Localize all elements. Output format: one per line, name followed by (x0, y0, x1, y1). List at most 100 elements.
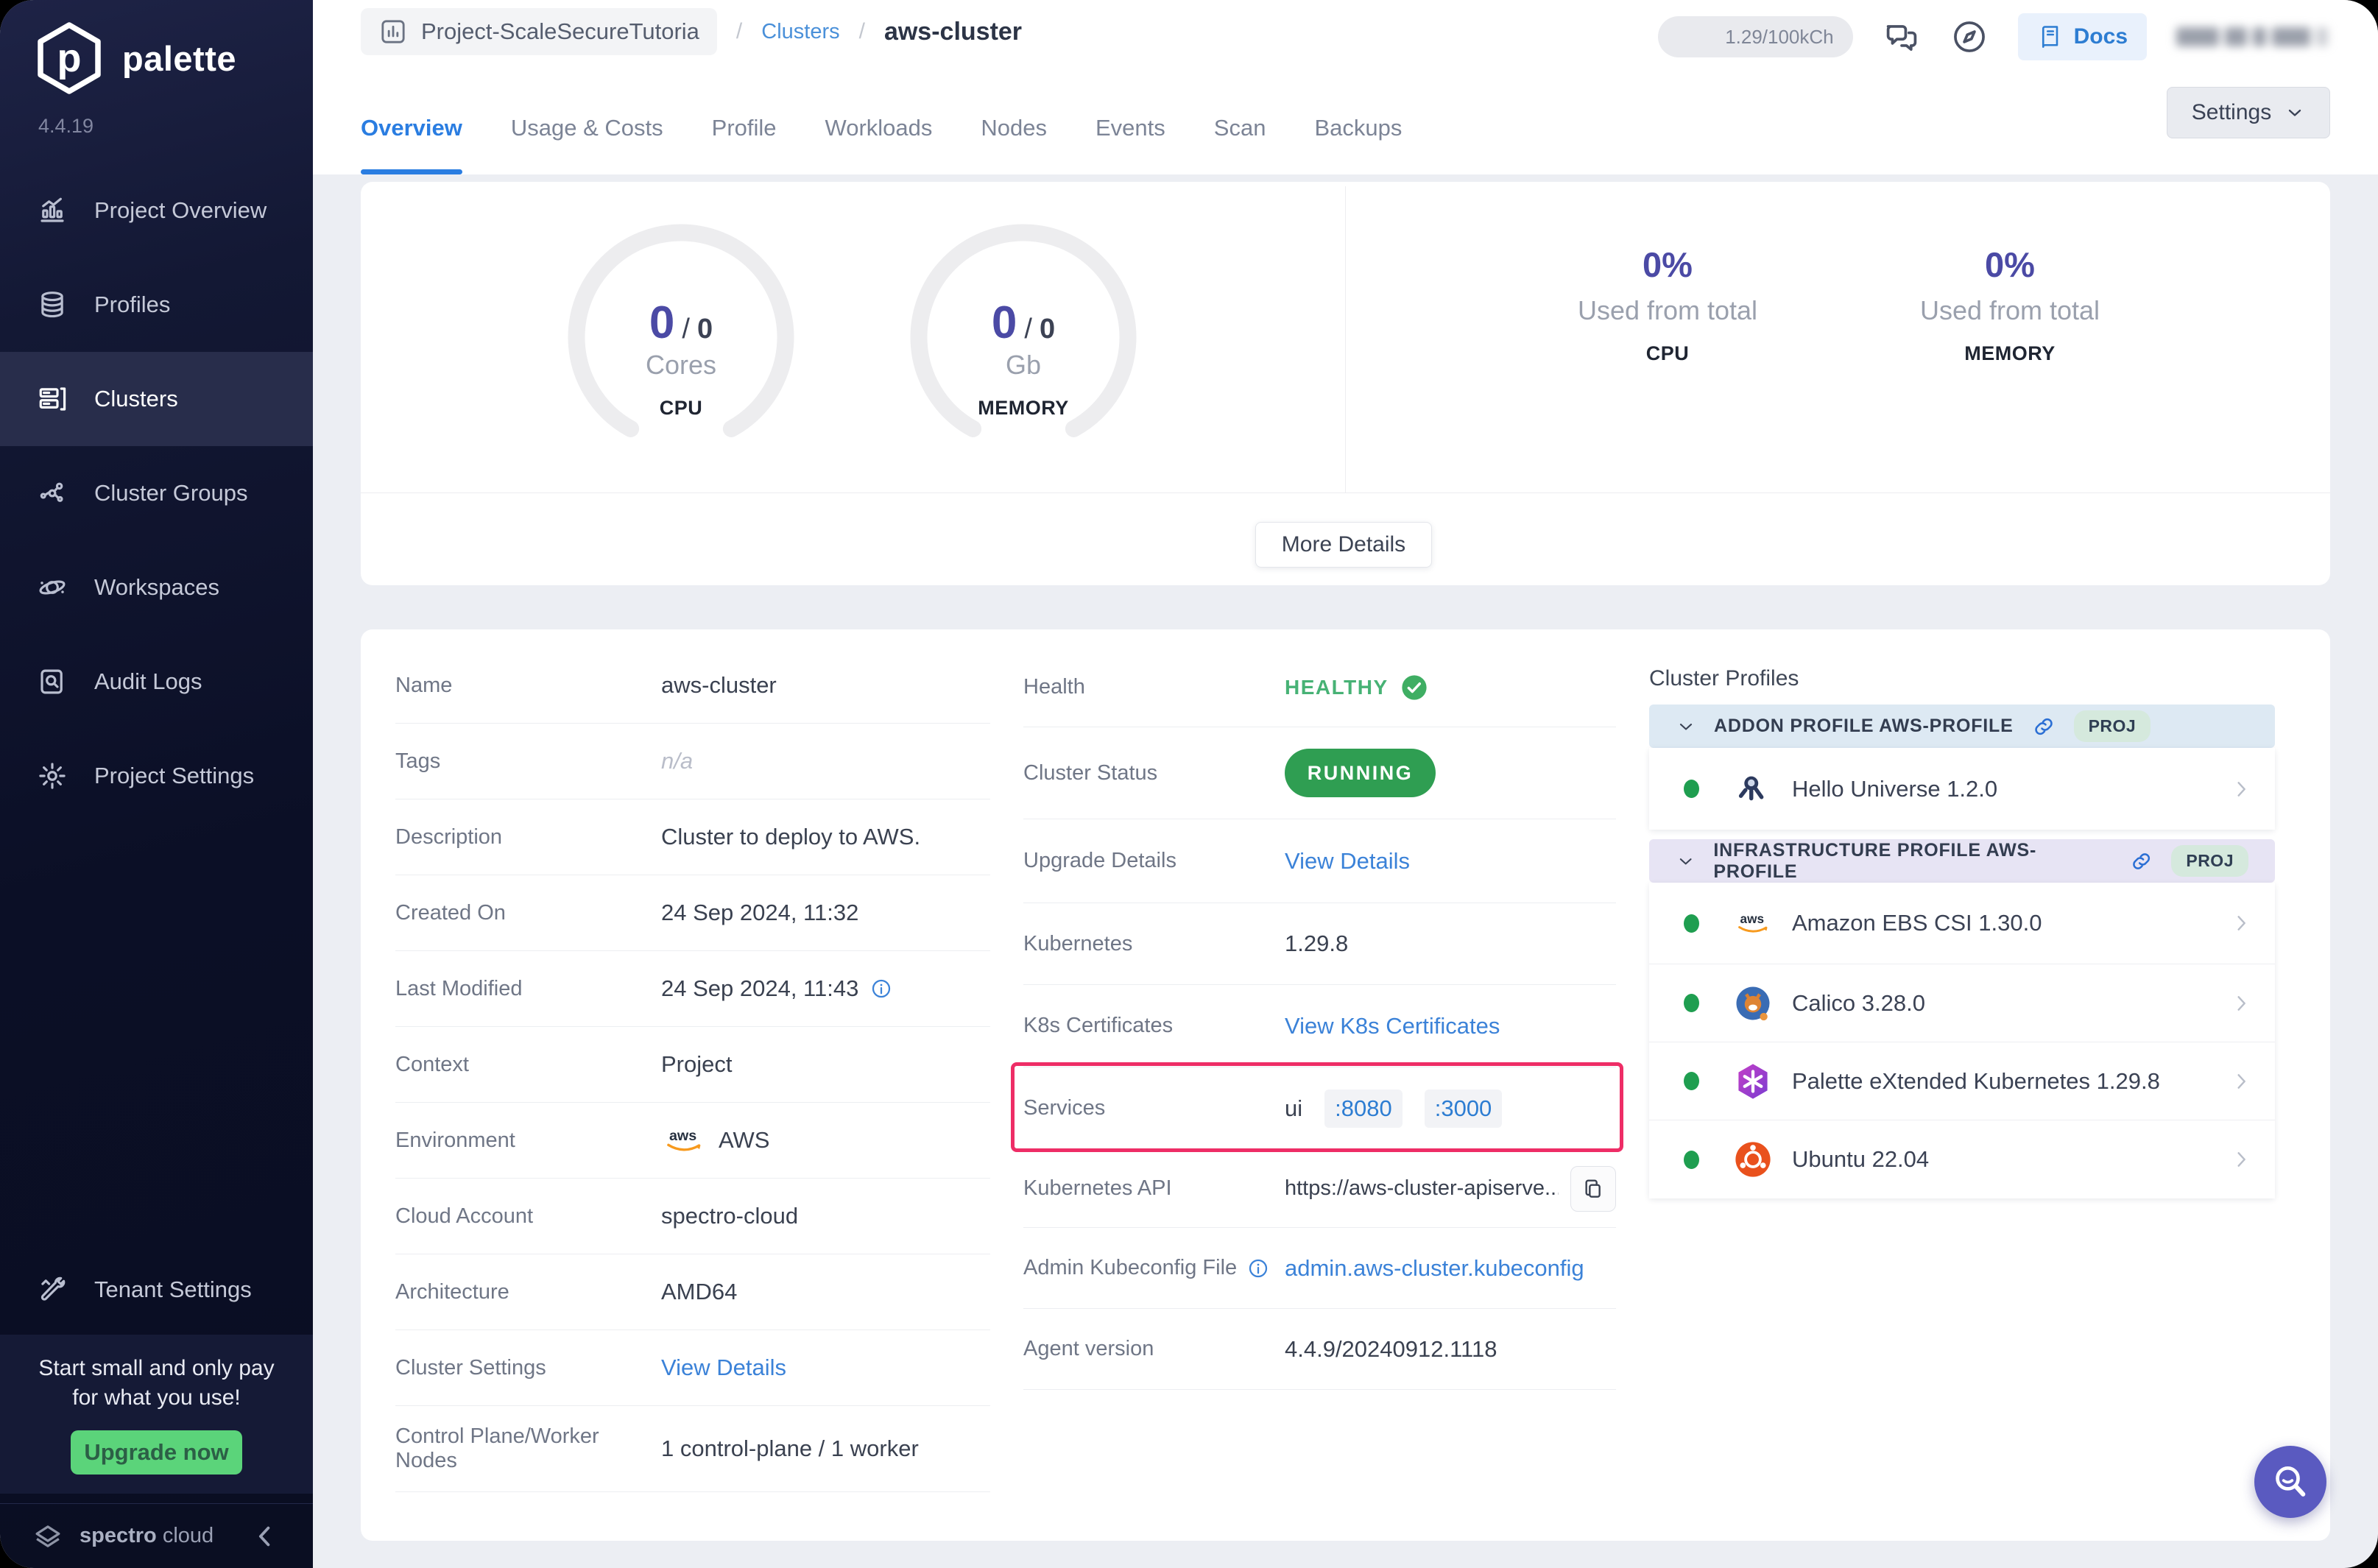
profile-section-header[interactable]: INFRASTRUCTURE PROFILE AWS-PROFILE PROJ (1649, 839, 2275, 883)
sidebar-item-workspaces[interactable]: Workspaces (0, 540, 313, 635)
detail-row-created-on: Created On 24 Sep 2024, 11:32 (395, 875, 990, 951)
ubuntu-icon (1733, 1140, 1773, 1179)
profile-layer-name: Amazon EBS CSI 1.30.0 (1792, 910, 2042, 936)
main-content: 0/0 Cores CPU 0/0 Gb MEMORY 0% Used from… (313, 174, 2378, 1568)
profile-layer-calico-3-28-0[interactable]: Calico 3.28.0 (1649, 964, 2275, 1042)
detail-row-name: Name aws-cluster (395, 648, 990, 724)
cluster-settings-link[interactable]: View Details (661, 1355, 786, 1381)
detail-row-kubernetes: Kubernetes 1.29.8 (1023, 903, 1616, 985)
detail-row-tags: Tags n/a (395, 724, 990, 799)
cluster-tabs: Overview Usage & Costs Profile Workloads Nod… (361, 81, 1402, 174)
health-status: HEALTHY (1285, 674, 1616, 702)
hello-universe-icon (1733, 769, 1773, 809)
project-settings-icon (37, 760, 68, 791)
vertical-divider (1345, 186, 1346, 492)
profile-section-title: ADDON PROFILE AWS-PROFILE (1714, 716, 2014, 736)
detail-row-cluster-status: Cluster Status RUNNING (1023, 727, 1616, 819)
profile-layer-ubuntu-22-04[interactable]: Ubuntu 22.04 (1649, 1120, 2275, 1198)
profile-layer-name: Hello Universe 1.2.0 (1792, 775, 1998, 802)
sidebar-item-profiles[interactable]: Profiles (0, 258, 313, 352)
details-card: Name aws-cluster Tags n/a Description Cl… (361, 629, 2330, 1541)
sidebar-item-project-overview[interactable]: Project Overview (0, 163, 313, 258)
tab-events[interactable]: Events (1095, 81, 1165, 174)
top-header: Project-ScaleSecureTutoria / Clusters / … (313, 0, 2378, 174)
detail-row-kubernetes-api: Kubernetes API https://aws-cluster-apise… (1023, 1150, 1616, 1228)
breadcrumb-clusters-link[interactable]: Clusters (761, 20, 839, 44)
tab-scan[interactable]: Scan (1214, 81, 1266, 174)
cpu-gauge: 0/0 Cores CPU (560, 216, 802, 459)
collapse-sidebar-icon[interactable] (250, 1521, 281, 1552)
detail-row-cluster-settings: Cluster Settings View Details (395, 1330, 990, 1406)
clusters-icon (37, 384, 68, 414)
detail-row-health: Health HEALTHY (1023, 648, 1616, 727)
service-port-link[interactable]: :8080 (1324, 1089, 1403, 1128)
copy-button[interactable] (1570, 1165, 1616, 1212)
profile-layer-amazon-ebs-csi-1-30-0[interactable]: aws Amazon EBS CSI 1.30.0 (1649, 883, 2275, 964)
spectro-cloud-logo-icon (32, 1521, 63, 1552)
detail-row-services: Services ui :8080:3000 (1023, 1067, 1616, 1150)
detail-label: Services (1023, 1096, 1106, 1120)
cluster-groups-icon (37, 478, 68, 509)
scope-badge: PROJ (2073, 710, 2151, 742)
tab-backups[interactable]: Backups (1314, 81, 1402, 174)
tab-usage-costs[interactable]: Usage & Costs (511, 81, 663, 174)
breadcrumb: Project-ScaleSecureTutoria / Clusters / … (361, 8, 1022, 55)
detail-row-description: Description Cluster to deploy to AWS. (395, 799, 990, 875)
detail-label: Upgrade Details (1023, 849, 1176, 872)
sidebar-item-project-settings[interactable]: Project Settings (0, 729, 313, 823)
profile-section-header[interactable]: ADDON PROFILE AWS-PROFILE PROJ (1649, 704, 2275, 748)
sidebar-item-audit-logs[interactable]: Audit Logs (0, 635, 313, 729)
settings-button[interactable]: Settings (2167, 87, 2330, 138)
detail-value: 24 Sep 2024, 11:43 (661, 975, 990, 1002)
version-label: 4.4.19 (38, 115, 94, 137)
help-button[interactable] (2254, 1446, 2326, 1518)
chevron-right-icon (2229, 1070, 2253, 1093)
profile-layer-name: Calico 3.28.0 (1792, 989, 1925, 1016)
detail-row-environment: Environment aws AWS (395, 1103, 990, 1179)
info-icon[interactable] (1247, 1257, 1269, 1279)
sidebar-item-cluster-groups[interactable]: Cluster Groups (0, 446, 313, 540)
tab-nodes[interactable]: Nodes (981, 81, 1047, 174)
calico-icon (1733, 983, 1773, 1023)
profile-rows: Hello Universe 1.2.0 (1649, 748, 2275, 830)
kubeconfig-link[interactable]: admin.aws-cluster.kubeconfig (1285, 1255, 1584, 1282)
chevron-down-icon (1676, 716, 1696, 737)
sidebar-item-tenant-settings[interactable]: Tenant Settings (0, 1243, 313, 1337)
chevron-right-icon (2229, 1148, 2253, 1171)
upgrade-now-button[interactable]: Upgrade now (71, 1430, 242, 1475)
sidebar-item-label: Workspaces (94, 574, 219, 600)
project-overview-icon (37, 195, 68, 226)
details-middle-column: Health HEALTHY Cluster Status RUNNING Up… (1023, 648, 1616, 1390)
detail-label: Kubernetes API (1023, 1176, 1172, 1200)
detail-row-upgrade-details: Upgrade Details View Details (1023, 819, 1616, 903)
settings-label: Settings (2191, 100, 2272, 124)
info-icon[interactable] (870, 978, 892, 1000)
detail-label: Control Plane/Worker Nodes (395, 1424, 599, 1472)
k8s-certificates-link[interactable]: View K8s Certificates (1285, 1013, 1500, 1039)
breadcrumb-project-chip[interactable]: Project-ScaleSecureTutoria (361, 8, 717, 55)
profile-layer-hello-universe-1-2-0[interactable]: Hello Universe 1.2.0 (1649, 748, 2275, 830)
tab-workloads[interactable]: Workloads (825, 81, 933, 174)
tab-profile[interactable]: Profile (712, 81, 777, 174)
compass-icon[interactable] (1950, 18, 1989, 56)
cpu-gauge-caption: CPU (659, 397, 703, 419)
overview-card: 0/0 Cores CPU 0/0 Gb MEMORY 0% Used from… (361, 182, 2330, 585)
detail-value: spectro-cloud (661, 1203, 799, 1229)
link-chain-icon (2031, 714, 2056, 739)
user-name-redacted[interactable] (2176, 27, 2328, 46)
docs-button[interactable]: Docs (2017, 13, 2147, 60)
detail-value: n/a (661, 748, 694, 774)
status-dot (1684, 1072, 1699, 1090)
memory-gauge-unit: Gb (1005, 350, 1042, 380)
sidebar-item-label: Project Settings (94, 763, 255, 788)
profile-layer-palette-extended-kubernetes-1-29-8[interactable]: Palette eXtended Kubernetes 1.29.8 (1649, 1042, 2275, 1120)
sidebar-nav: Project Overview Profiles Clusters Clust… (0, 163, 313, 823)
usage-quota-pill[interactable]: 1.29/100kCh (1657, 16, 1853, 57)
tab-overview[interactable]: Overview (361, 81, 462, 174)
status-dot (1684, 780, 1699, 798)
chat-icon[interactable] (1883, 18, 1921, 56)
sidebar-item-clusters[interactable]: Clusters (0, 352, 313, 446)
more-details-button[interactable]: More Details (1255, 522, 1432, 568)
service-port-link[interactable]: :3000 (1424, 1089, 1503, 1128)
upgrade-details-link[interactable]: View Details (1285, 848, 1410, 875)
